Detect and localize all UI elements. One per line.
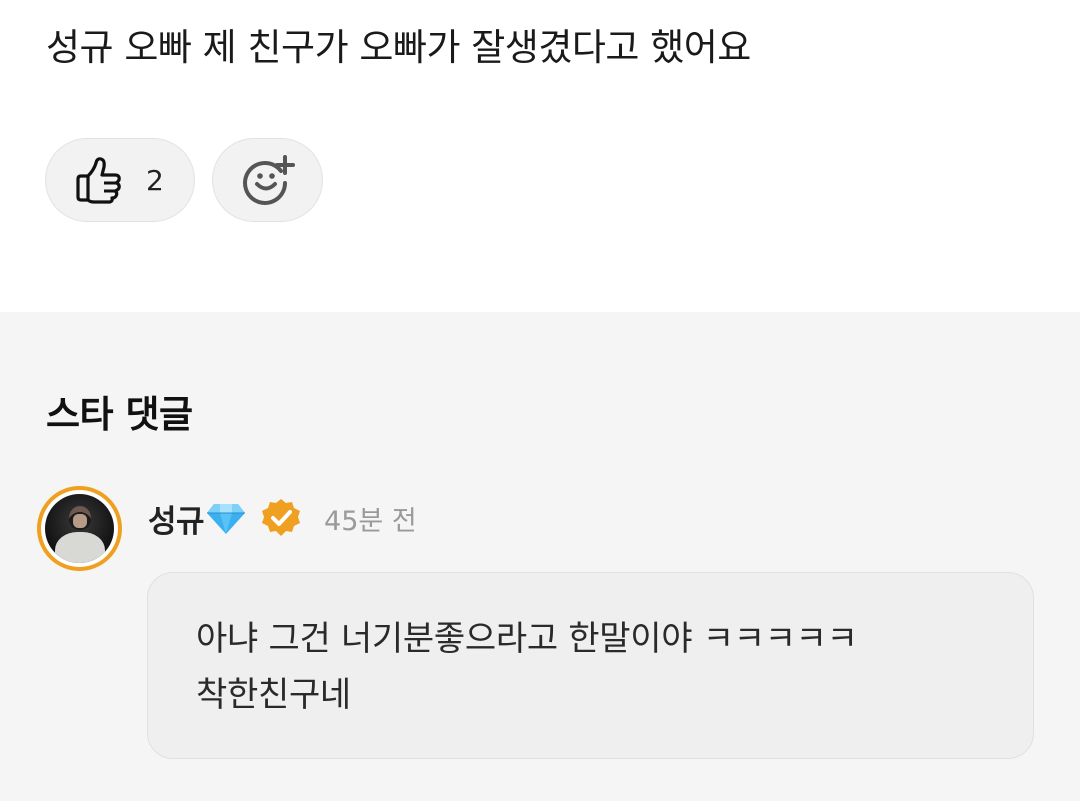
like-button[interactable]: 2 — [45, 138, 195, 222]
comment-bubble: 아냐 그건 너기분좋으라고 한말이야 ㅋㅋㅋㅋㅋ 착한친구네 — [147, 572, 1034, 759]
thumbs-up-icon — [74, 154, 124, 206]
author-name[interactable]: 성규 — [148, 496, 205, 541]
comment-header: 성규 45분 전 — [148, 496, 417, 540]
add-emoji-icon — [241, 153, 295, 207]
like-count: 2 — [146, 163, 164, 197]
comment-time: 45분 전 — [324, 505, 417, 537]
add-reaction-button[interactable] — [212, 138, 323, 222]
diamond-emoji-icon — [206, 501, 246, 535]
verified-badge-icon — [260, 497, 302, 539]
avatar[interactable] — [37, 486, 122, 571]
avatar-image — [45, 494, 114, 563]
post-section: 성규 오빠 제 친구가 오빠가 잘생겼다고 했어요 2 — [0, 0, 1080, 312]
star-comments-section: 스타 댓글 성규 45분 전 아냐 그건 너기분좋으라고 한말이야 ㅋㅋㅋㅋㅋ … — [0, 312, 1080, 801]
comment-text: 아냐 그건 너기분좋으라고 한말이야 ㅋㅋㅋㅋㅋ 착한친구네 — [196, 619, 858, 715]
section-title: 스타 댓글 — [46, 393, 193, 436]
post-text: 성규 오빠 제 친구가 오빠가 잘생겼다고 했어요 — [46, 26, 751, 69]
